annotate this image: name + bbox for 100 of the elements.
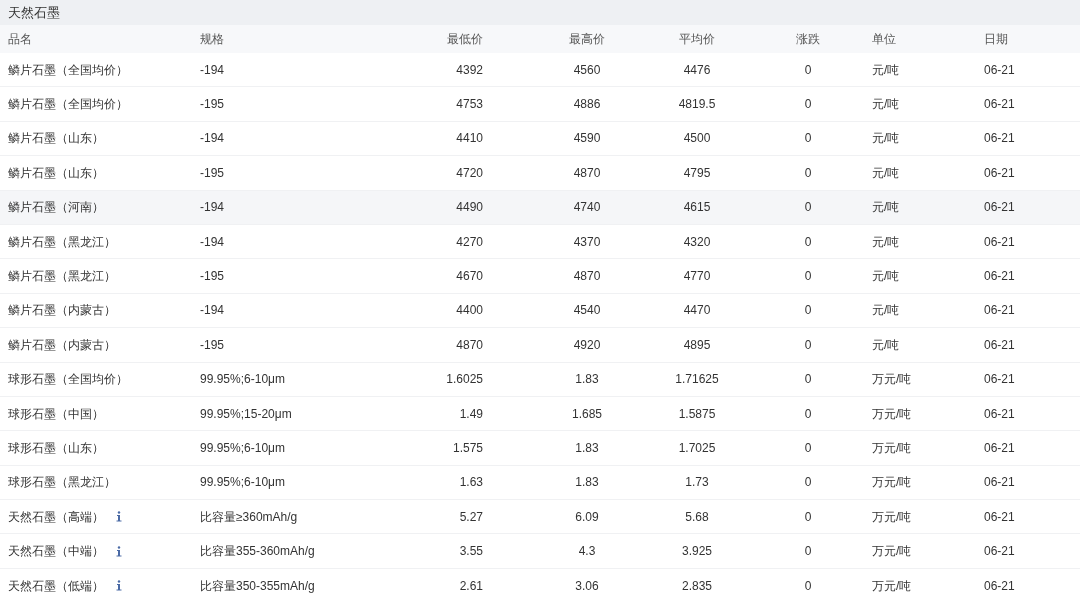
table-cell: -194 — [200, 131, 225, 146]
table-cell: 0 — [804, 441, 812, 455]
table-cell: 3.55 — [459, 544, 483, 559]
table-cell: 0 — [804, 303, 812, 318]
table-cell: 4886 — [573, 97, 601, 112]
table-cell: 06-21 — [984, 337, 1015, 352]
column-header: 单位 — [872, 32, 896, 46]
column-header: 品名 — [8, 32, 32, 46]
table-cell: 0 — [804, 269, 812, 284]
table-cell: 4770 — [683, 269, 711, 284]
table-cell: 比容量≥360mAh/g — [200, 509, 298, 524]
table-cell: 0 — [804, 406, 812, 421]
table-cell: 4590 — [573, 131, 601, 146]
table-cell: 4.3 — [578, 544, 596, 559]
table-cell: 4500 — [683, 131, 711, 146]
table-cell: 4410 — [456, 131, 483, 146]
table-cell: 1.685 — [572, 406, 602, 421]
table-cell: 5.27 — [459, 509, 483, 524]
table-cell: 06-21 — [984, 303, 1015, 318]
table-cell: 1.49 — [459, 406, 483, 421]
table-cell: 99.95%;15-20μm — [200, 406, 292, 421]
table-cell: 06-21 — [984, 441, 1015, 455]
table-cell: 1.83 — [575, 372, 599, 387]
table-cell-text: 鳞片石墨（内蒙古） — [8, 302, 116, 320]
table-cell: 0 — [804, 200, 812, 215]
table-cell: 06-21 — [984, 200, 1015, 215]
table-cell: 06-21 — [984, 372, 1015, 387]
table-cell-text: 天然石墨（低端） — [8, 577, 104, 595]
table-cell: 万元/吨 — [872, 544, 912, 559]
table-cell: 2.61 — [459, 578, 483, 593]
table-cell: 4392 — [456, 62, 483, 77]
table-cell: 1.5875 — [678, 406, 716, 421]
table-cell: 4819.5 — [678, 97, 716, 112]
table-cell: 2.835 — [682, 578, 712, 593]
table-cell: -194 — [200, 234, 225, 249]
table-cell: 06-21 — [984, 62, 1015, 77]
table-cell: 万元/吨 — [872, 509, 912, 524]
table-cell: 4560 — [573, 62, 601, 77]
table-cell-text: 鳞片石墨（内蒙古） — [8, 336, 116, 354]
table-cell: -195 — [200, 165, 225, 180]
table-cell: 4753 — [456, 97, 483, 112]
column-header: 规格 — [200, 32, 224, 46]
table-cell: 4870 — [573, 165, 601, 180]
table-cell-text: 鳞片石墨（全国均价） — [8, 96, 128, 114]
table-cell: 3.925 — [682, 544, 712, 559]
table-cell: 06-21 — [984, 234, 1015, 249]
column-header: 最高价 — [569, 32, 605, 46]
table-cell-text: 鳞片石墨（黑龙江） — [8, 268, 116, 286]
table-cell: 1.83 — [575, 441, 599, 455]
table-cell: 4370 — [573, 234, 601, 249]
table-cell: 4490 — [456, 200, 483, 215]
table-cell: 万元/吨 — [872, 441, 912, 455]
table-cell: 比容量350-355mAh/g — [200, 578, 315, 593]
table-cell: 1.7025 — [678, 441, 716, 455]
table-cell: 万元/吨 — [872, 578, 912, 593]
table-cell: 0 — [804, 131, 812, 146]
table-cell: 99.95%;6-10μm — [200, 372, 285, 387]
table-cell: 0 — [804, 234, 812, 249]
table-cell: 万元/吨 — [872, 372, 912, 387]
table-cell: 5.68 — [685, 509, 709, 524]
table-cell: 元/吨 — [872, 131, 900, 146]
table-cell: 4795 — [683, 165, 711, 180]
table-cell-text: 鳞片石墨（黑龙江） — [8, 233, 116, 251]
table-cell: 元/吨 — [872, 62, 900, 77]
info-icon[interactable] — [116, 545, 122, 557]
table-cell: 元/吨 — [872, 269, 900, 284]
table-cell-text: 天然石墨（高端） — [8, 508, 104, 526]
table-cell: 06-21 — [984, 165, 1015, 180]
table-cell: 06-21 — [984, 406, 1015, 421]
column-header: 最低价 — [447, 32, 483, 46]
table-cell: -195 — [200, 269, 225, 284]
table-cell-text: 鳞片石墨（河南） — [8, 199, 104, 217]
panel-title: 天然石墨 — [8, 3, 60, 22]
table-cell: -194 — [200, 303, 225, 318]
table-cell: 4320 — [683, 234, 711, 249]
table-cell: 4920 — [573, 337, 601, 352]
column-header: 日期 — [984, 32, 1008, 46]
table-cell: 万元/吨 — [872, 406, 912, 421]
table-cell: 0 — [804, 165, 812, 180]
table-cell: 4740 — [573, 200, 601, 215]
table-cell: 4470 — [683, 303, 711, 318]
info-icon[interactable] — [116, 580, 122, 592]
table-cell: 4270 — [456, 234, 483, 249]
table-cell: 1.575 — [452, 441, 483, 455]
table-cell: 06-21 — [984, 475, 1015, 490]
table-cell: -195 — [200, 337, 225, 352]
table-cell: 0 — [804, 544, 812, 559]
table-cell: 4400 — [456, 303, 483, 318]
table-cell: 4895 — [683, 337, 711, 352]
table-cell: 3.06 — [575, 578, 599, 593]
table-cell: 0 — [804, 509, 812, 524]
table-cell-text: 球形石墨（中国） — [8, 405, 104, 423]
table-cell: 0 — [804, 97, 812, 112]
table-cell: -195 — [200, 97, 225, 112]
table-cell: 元/吨 — [872, 234, 900, 249]
table-cell: 1.63 — [459, 475, 483, 490]
table-cell: 06-21 — [984, 509, 1015, 524]
table-cell: 06-21 — [984, 578, 1015, 593]
info-icon[interactable] — [116, 511, 122, 523]
table-cell-text: 鳞片石墨（山东） — [8, 164, 104, 182]
